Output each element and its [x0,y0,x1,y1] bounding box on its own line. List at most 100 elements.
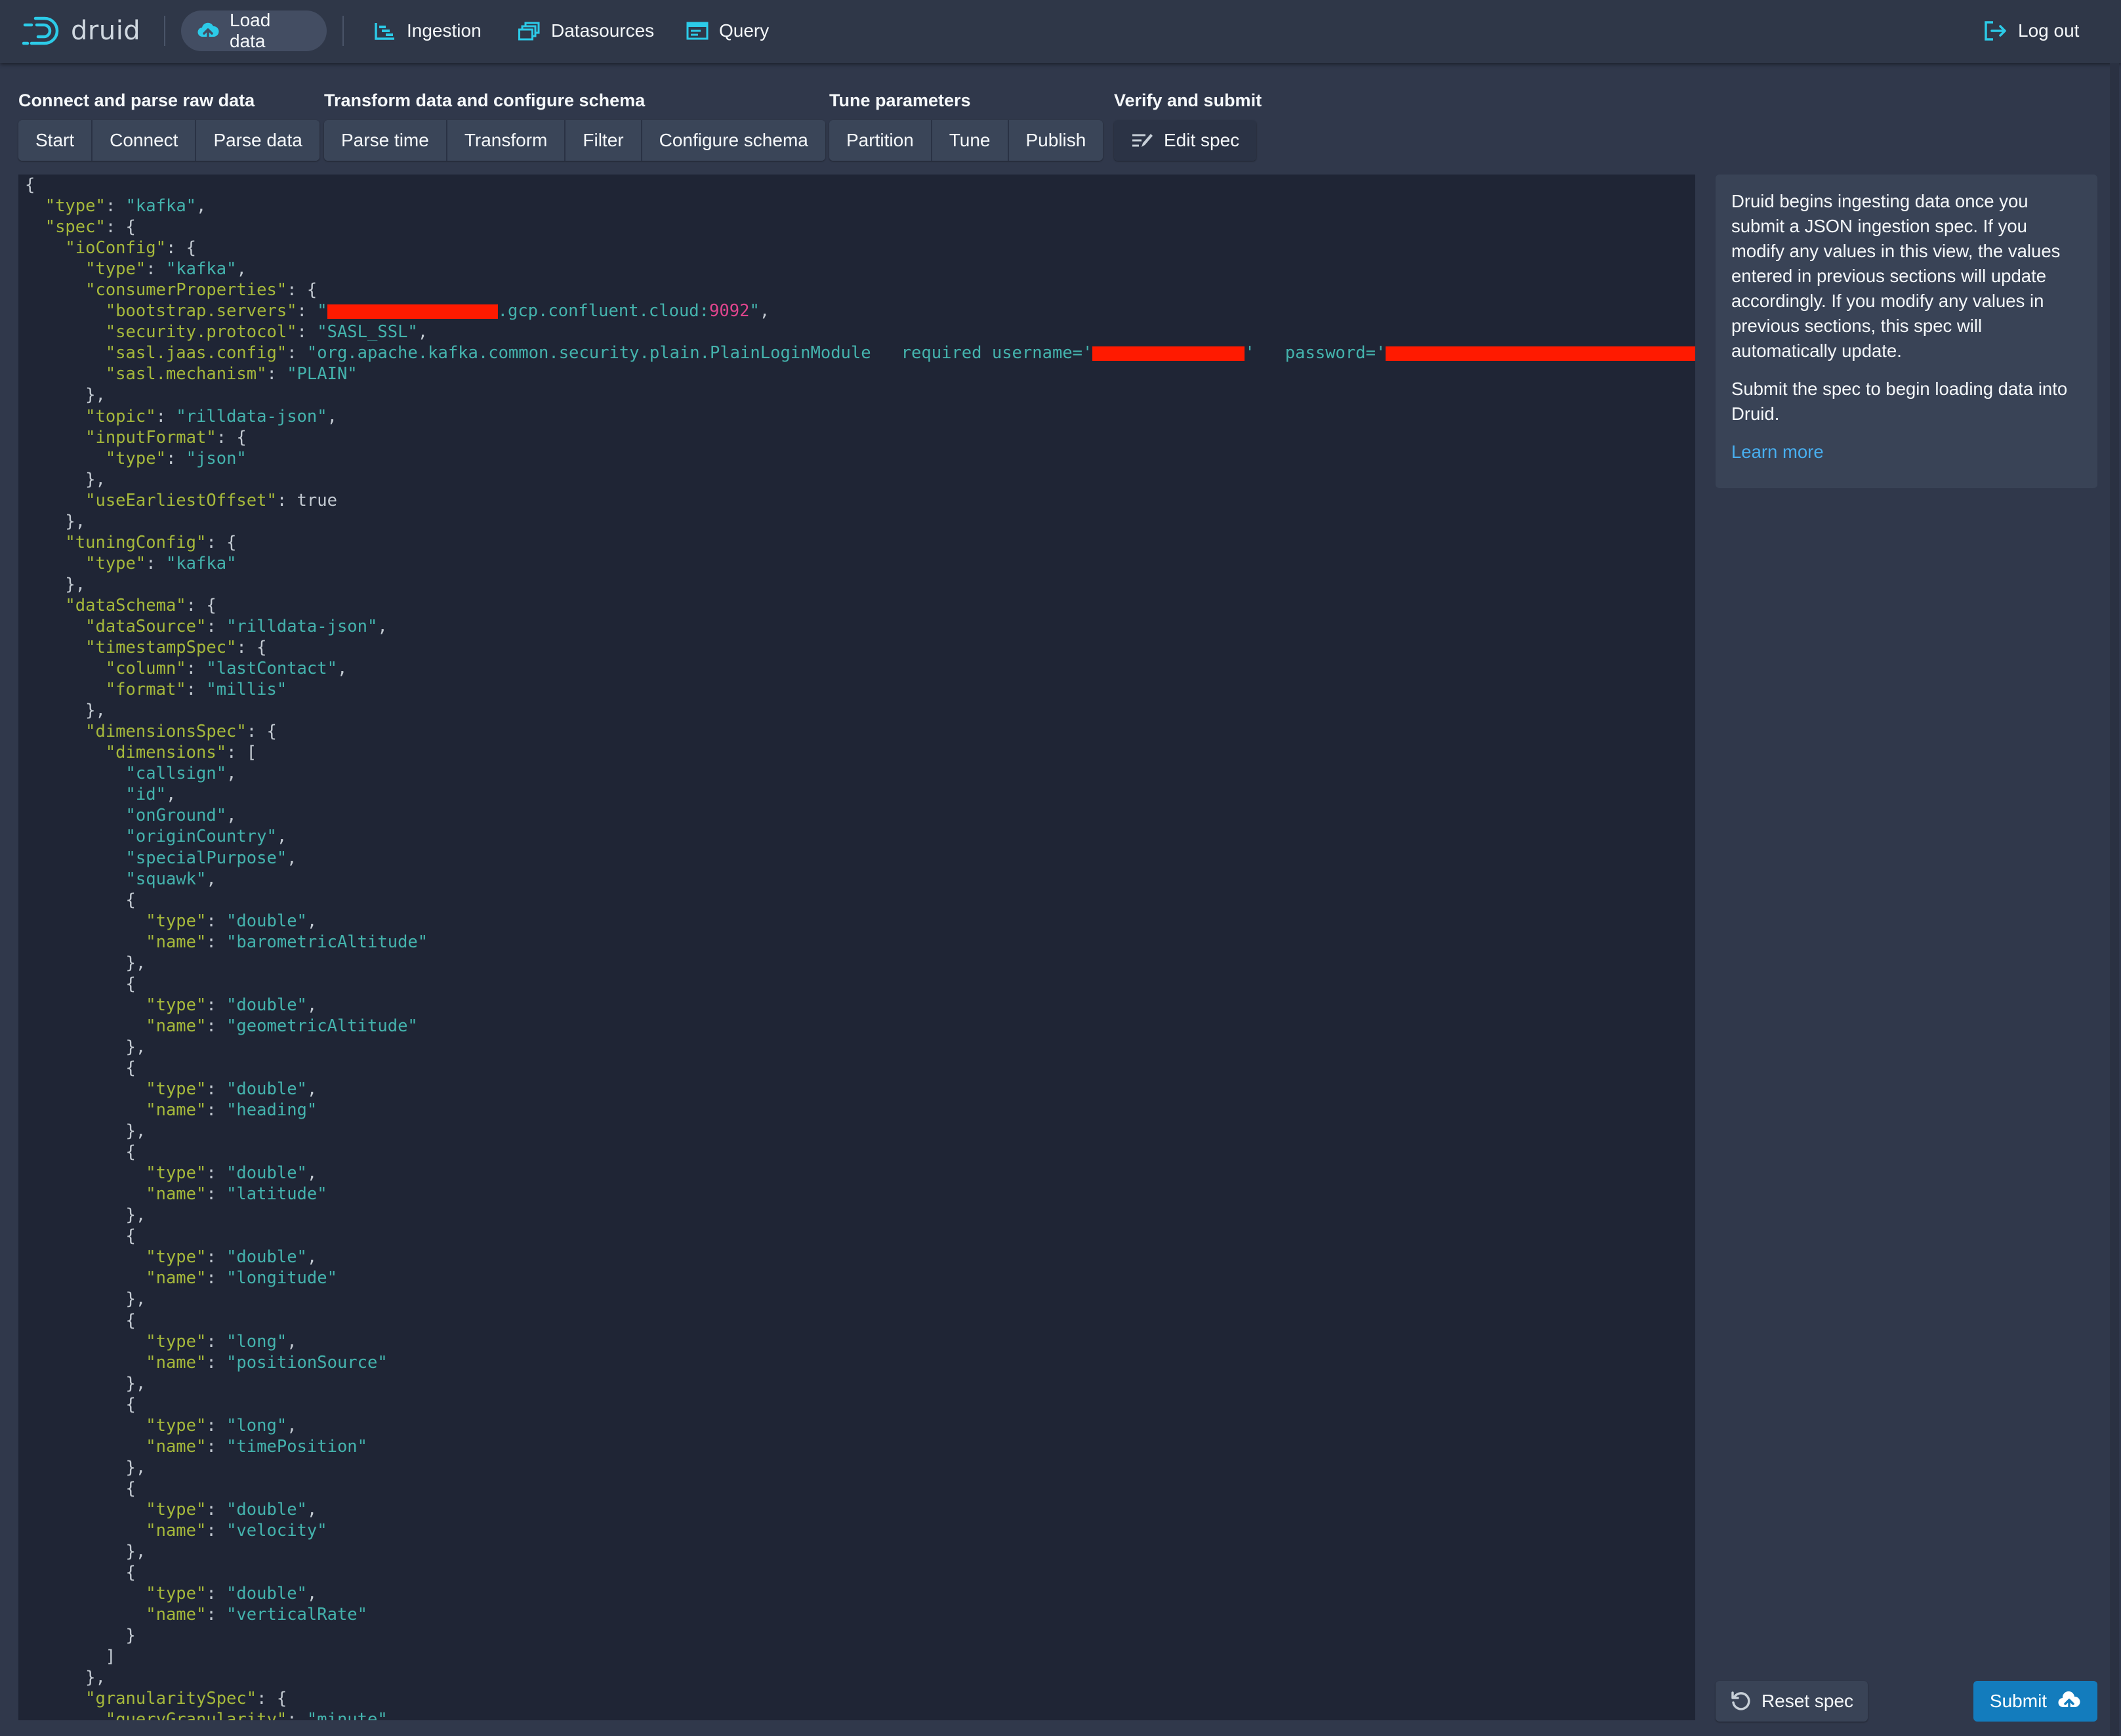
code-token: : true [276,490,337,510]
code-token: : { [257,1689,287,1709]
code-token: "sasl.mechanism" [105,364,267,384]
code-line: "security.protocol": "SASL_SSL", [25,321,1695,342]
code-line: "granularitySpec": { [25,1688,1695,1709]
code-line: "originCountry", [25,826,1695,847]
info-text-submit: Submit the spec to begin loading data in… [1731,379,2068,424]
code-token: "long" [226,1331,287,1352]
nav-datasources[interactable]: Datasources [503,10,670,51]
application-icon [686,21,709,41]
step-parse-time-button[interactable]: Parse time [324,120,447,161]
spec-json-editor[interactable]: { "type": "kafka", "spec": { "ioConfig":… [18,175,1695,1720]
nav-ingestion-label: Ingestion [407,20,482,41]
learn-more-link[interactable]: Learn more [1731,442,1824,462]
step-partition-button[interactable]: Partition [829,120,932,161]
code-token: "name" [146,1184,207,1205]
code-token: }, [25,1205,146,1226]
step-edit-spec-button[interactable]: Edit spec [1114,120,1257,161]
code-token: "queryGranularity" [105,1710,287,1720]
page-scrollbar[interactable] [2110,63,2119,1736]
code-line: ] [25,1646,1695,1667]
step-filter-button[interactable]: Filter [566,120,642,161]
code-token: "dataSchema" [65,595,186,615]
logout-button[interactable]: Log out [1968,10,2095,51]
code-line: { [25,175,1695,196]
top-navbar: druid Load data Ingestion Datasources Qu… [0,0,2121,63]
code-token: , [276,827,287,847]
druid-logo[interactable]: druid [22,12,140,50]
code-token: "name" [146,1016,207,1036]
code-token: .gcp.confluent.cloud: [497,301,710,321]
code-line: "type": "double", [25,1079,1695,1100]
code-token: : [287,343,307,363]
nav-load-data[interactable]: Load data [181,10,327,51]
step-tune-button[interactable]: Tune [932,120,1009,161]
code-token: , [236,259,247,279]
step-group-connect: Start Connect Parse data [18,120,319,161]
code-token: "name" [146,1605,207,1625]
spec-json-code[interactable]: { "type": "kafka", "spec": { "ioConfig":… [25,175,1695,1720]
code-line: "consumerProperties": { [25,279,1695,300]
code-token: ] [25,1647,116,1667]
step-publish-button[interactable]: Publish [1008,120,1103,161]
code-line: }, [25,384,1695,405]
submit-label: Submit [1989,1691,2048,1711]
code-token: "double" [226,1499,307,1519]
step-start-button[interactable]: Start [18,120,93,161]
reset-spec-button[interactable]: Reset spec [1716,1681,1868,1722]
code-token: }, [25,385,106,405]
code-token: , [196,196,207,217]
redacted-value [1386,346,1695,362]
step-configure-schema-button[interactable]: Configure schema [642,120,825,161]
code-token: "timestampSpec" [85,638,237,658]
code-token: "bootstrap.servers" [105,301,297,321]
code-token: " [317,301,327,321]
code-token: } [25,1626,136,1646]
code-token: : [206,1436,227,1457]
code-line: "name": "longitude" [25,1268,1695,1289]
code-token: : [266,364,287,384]
code-line: "dimensionsSpec": { [25,721,1695,742]
code-line: "spec": { [25,217,1695,238]
code-line: }, [25,1457,1695,1478]
code-token: "long" [226,1415,287,1436]
code-line: "useEarliestOffset": true [25,490,1695,511]
step-group-title-connect: Connect and parse raw data [18,91,255,110]
code-token: : [105,196,126,217]
code-token: "format" [105,680,186,700]
step-parse-data-button[interactable]: Parse data [196,120,319,161]
code-token: , [226,806,237,826]
step-connect-button[interactable]: Connect [93,120,197,161]
code-token: "tuningConfig" [65,532,207,552]
nav-query[interactable]: Query [670,10,785,51]
code-token: "kafka" [125,196,197,217]
code-token: , [327,406,337,426]
code-token: "inputFormat" [85,427,216,447]
code-line: { [25,1058,1695,1079]
code-token: }, [25,701,106,721]
nav-ingestion[interactable]: Ingestion [358,10,497,51]
code-line: "callsign", [25,763,1695,784]
code-token: : [206,911,227,931]
code-token: : [206,932,227,952]
step-transform-button[interactable]: Transform [447,120,566,161]
code-token: "double" [226,1163,307,1184]
code-token: { [25,175,35,195]
submit-button[interactable]: Submit [1973,1681,2097,1722]
